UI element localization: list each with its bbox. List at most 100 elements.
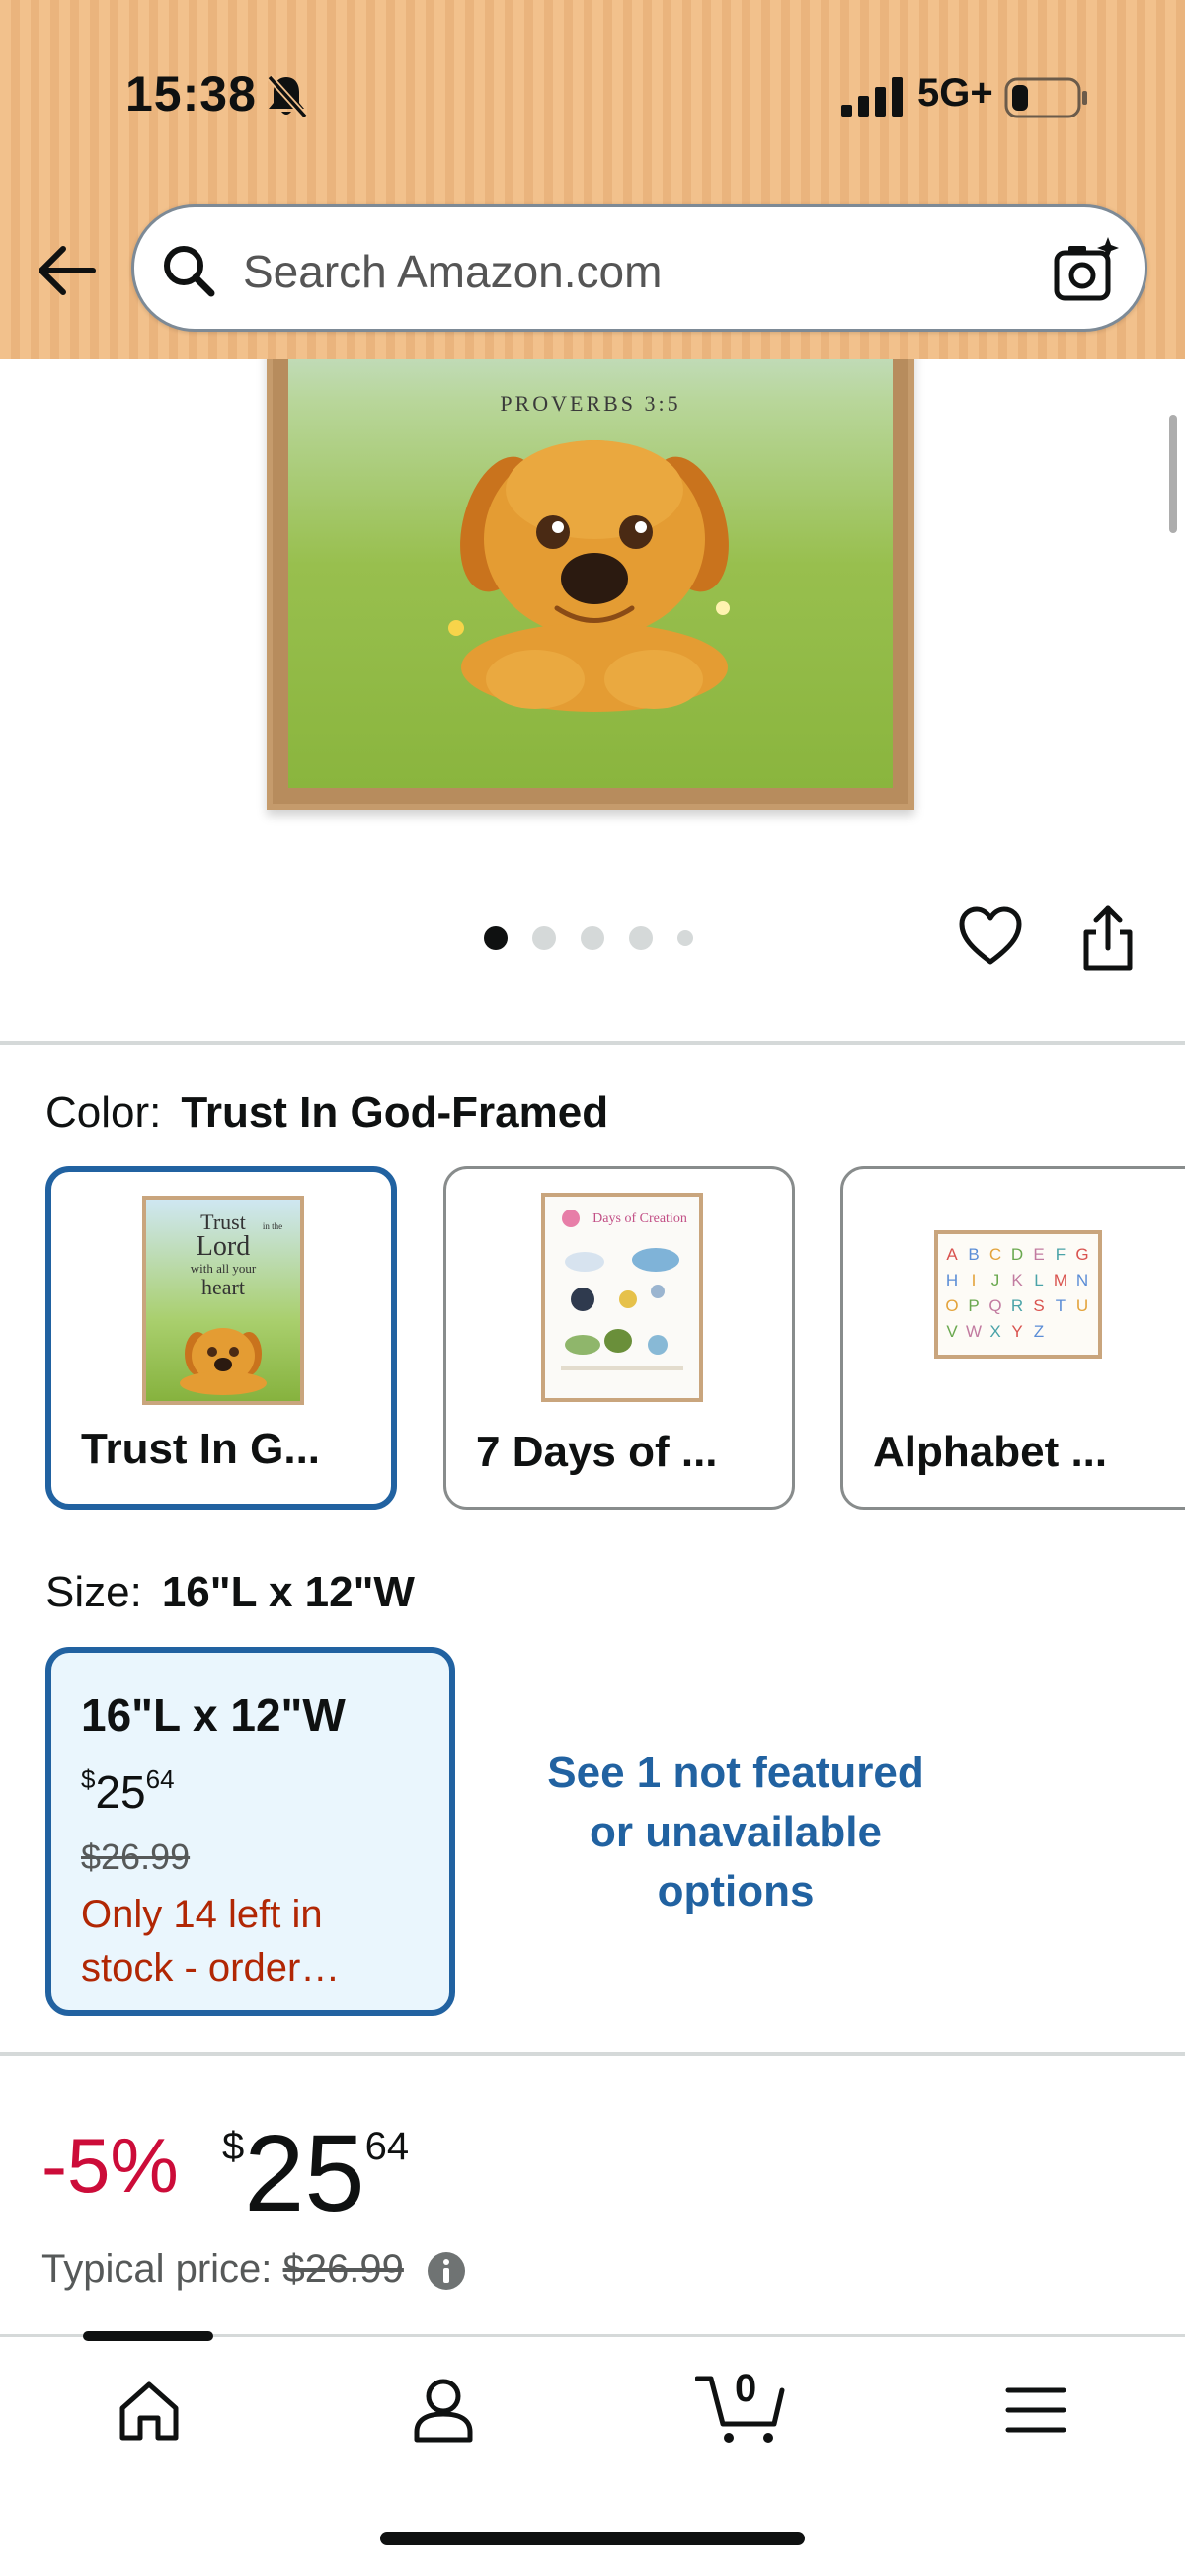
price-whole: 25 bbox=[95, 1766, 146, 1818]
size-option-16x12[interactable]: 16"L x 12"W $2564 $26.99 Only 14 left in… bbox=[45, 1647, 455, 2016]
home-icon[interactable] bbox=[117, 2379, 182, 2444]
color-option-7-days[interactable]: Days of Creation 7 Days of ... bbox=[443, 1166, 795, 1510]
search-icon bbox=[164, 246, 215, 297]
typical-price: Typical price: $26.99 bbox=[41, 2247, 404, 2292]
carousel-dot[interactable] bbox=[532, 926, 556, 950]
divider bbox=[0, 1041, 1185, 1045]
size-label: Size: 16"L x 12"W bbox=[45, 1568, 415, 1617]
thumb-text: Lord bbox=[197, 1231, 250, 1262]
alphabet-letter: P bbox=[968, 1296, 979, 1315]
account-icon[interactable] bbox=[411, 2377, 476, 2444]
product-artwork: PROVERBS 3:5 bbox=[288, 292, 893, 788]
status-time: 15:38 bbox=[125, 66, 257, 121]
alphabet-letter: L bbox=[1034, 1271, 1043, 1289]
carousel-dot[interactable] bbox=[484, 926, 508, 950]
typical-price-value: $26.99 bbox=[282, 2247, 404, 2291]
carousel-dot[interactable] bbox=[677, 930, 693, 946]
price-fraction: 64 bbox=[145, 1763, 175, 1794]
share-icon[interactable] bbox=[1080, 904, 1136, 972]
verse-reference: PROVERBS 3:5 bbox=[500, 391, 681, 416]
alphabet-letter: I bbox=[972, 1271, 977, 1289]
header: 15:38 5G+ Search Amazon.com bbox=[0, 0, 1185, 359]
alphabet-letter: G bbox=[1075, 1245, 1088, 1264]
size-option-list-price: $26.99 bbox=[81, 1836, 191, 1877]
product-image[interactable]: PROVERBS 3:5 bbox=[267, 286, 914, 810]
alphabet-letter: Z bbox=[1034, 1322, 1044, 1341]
color-option-label: Trust In G... bbox=[81, 1425, 321, 1473]
stock-warning-line: stock - order… bbox=[81, 1946, 341, 1990]
alphabet-letter: H bbox=[946, 1271, 958, 1289]
currency-symbol: $ bbox=[222, 2125, 245, 2168]
battery-icon bbox=[1004, 77, 1087, 118]
trust-in-god-thumbnail: Trust in the Lord with all your heart bbox=[142, 1196, 304, 1405]
color-option-label: 7 Days of ... bbox=[476, 1428, 718, 1476]
alphabet-letter: R bbox=[1011, 1296, 1023, 1315]
thumb-text: heart bbox=[201, 1275, 245, 1299]
cart-count: 0 bbox=[735, 2367, 757, 2410]
alphabet-letter: M bbox=[1054, 1271, 1067, 1289]
stock-warning-line: Only 14 left in bbox=[81, 1893, 323, 1936]
divider bbox=[0, 2052, 1185, 2056]
home-indicator bbox=[380, 2532, 805, 2545]
alphabet-letter: O bbox=[945, 1296, 958, 1315]
see-more-line: options bbox=[657, 1867, 815, 1915]
stock-warning: Only 14 left in stock - order… bbox=[81, 1888, 436, 1994]
back-arrow-icon[interactable] bbox=[36, 243, 97, 298]
alphabet-letter: S bbox=[1033, 1296, 1044, 1315]
alphabet-letter: U bbox=[1076, 1296, 1088, 1315]
alphabet-art: A B C D E F G H I J K L M N O P Q R S T U V W X Y Z bbox=[938, 1234, 1098, 1355]
alphabet-letter: J bbox=[991, 1271, 1000, 1289]
carousel-dot[interactable] bbox=[581, 926, 604, 950]
camera-search-icon[interactable] bbox=[1053, 235, 1122, 304]
alphabet-letter: T bbox=[1056, 1296, 1066, 1315]
menu-icon[interactable] bbox=[1005, 2384, 1066, 2436]
currency-symbol: $ bbox=[81, 1763, 96, 1794]
alphabet-letter: W bbox=[966, 1322, 982, 1341]
7-days-thumbnail: Days of Creation bbox=[541, 1193, 703, 1402]
color-option-alphabet[interactable]: ABCDEFG HIJKLMN OPQRSTU VWXYZ Alphabet ... bbox=[840, 1166, 1185, 1510]
image-carousel-dots[interactable] bbox=[484, 926, 693, 950]
scrollbar[interactable] bbox=[1169, 415, 1177, 533]
alphabet-letter: B bbox=[968, 1245, 979, 1264]
color-option-label: Alphabet ... bbox=[873, 1428, 1108, 1476]
price-fraction: 64 bbox=[364, 2125, 410, 2168]
alphabet-letter: F bbox=[1056, 1245, 1066, 1264]
size-label-key: Size: bbox=[45, 1568, 142, 1616]
color-option-trust-in-god[interactable]: Trust in the Lord with all your heart Tr… bbox=[45, 1166, 397, 1510]
trust-in-god-art: Trust in the Lord with all your heart bbox=[146, 1200, 300, 1401]
color-selected-value: Trust In God-Framed bbox=[181, 1088, 609, 1136]
alphabet-letter: N bbox=[1076, 1271, 1088, 1289]
thumb-text: in the bbox=[263, 1221, 282, 1231]
alphabet-letter: X bbox=[989, 1322, 1000, 1341]
alphabet-letter: A bbox=[946, 1245, 958, 1264]
search-bar[interactable]: Search Amazon.com bbox=[131, 204, 1147, 332]
search-input[interactable]: Search Amazon.com bbox=[243, 245, 662, 298]
see-more-line: or unavailable bbox=[590, 1808, 882, 1856]
puppy-illustration bbox=[448, 440, 730, 712]
alphabet-letter: D bbox=[1011, 1245, 1023, 1264]
size-selected-value: 16"L x 12"W bbox=[161, 1568, 415, 1616]
color-label-key: Color: bbox=[45, 1088, 162, 1136]
alphabet-letter: E bbox=[1033, 1245, 1044, 1264]
heart-icon[interactable] bbox=[958, 906, 1023, 968]
see-more-line: See 1 not featured bbox=[547, 1749, 924, 1797]
price-whole: 25 bbox=[244, 2113, 365, 2234]
thumb-text: Days of Creation bbox=[592, 1211, 687, 1226]
discount-percent: -5% bbox=[41, 2122, 179, 2209]
alphabet-letter: Q bbox=[988, 1296, 1001, 1315]
7-days-art: Days of Creation bbox=[545, 1197, 699, 1398]
info-icon[interactable] bbox=[427, 2251, 466, 2291]
size-option-title: 16"L x 12"W bbox=[81, 1689, 346, 1741]
active-tab-indicator bbox=[83, 2331, 213, 2341]
alphabet-letter: V bbox=[946, 1322, 958, 1341]
size-option-price: $2564 bbox=[81, 1763, 175, 1819]
carousel-dot[interactable] bbox=[629, 926, 653, 950]
alphabet-letter: Y bbox=[1011, 1322, 1022, 1341]
thumb-text: with all your bbox=[191, 1261, 257, 1276]
network-label: 5G+ bbox=[917, 71, 993, 115]
alphabet-thumbnail: ABCDEFG HIJKLMN OPQRSTU VWXYZ bbox=[934, 1230, 1102, 1359]
see-unavailable-options-link[interactable]: See 1 not featured or unavailable option… bbox=[514, 1744, 958, 1921]
color-label: Color: Trust In God-Framed bbox=[45, 1088, 608, 1137]
alphabet-letter: C bbox=[989, 1245, 1001, 1264]
price: $2564 bbox=[222, 2111, 409, 2236]
